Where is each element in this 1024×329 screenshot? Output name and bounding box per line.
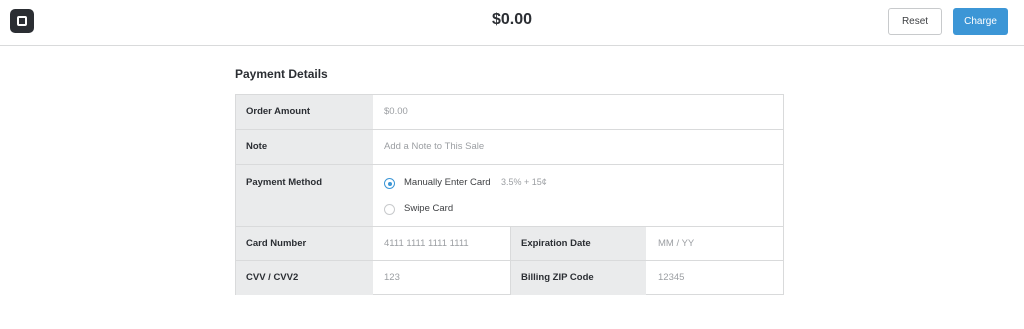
manual-entry-fee: 3.5% + 15¢	[501, 177, 547, 187]
note-label: Note	[236, 130, 373, 164]
total-amount: $0.00	[491, 11, 533, 28]
order-amount-label: Order Amount	[236, 95, 373, 129]
order-amount-input[interactable]: $0.00	[384, 95, 774, 129]
note-input[interactable]: Add a Note to This Sale	[384, 130, 774, 164]
expiration-input[interactable]: MM / YY	[658, 227, 778, 260]
swipe-card-label[interactable]: Swipe Card	[404, 203, 453, 214]
cvv-label: CVV / CVV2	[236, 261, 373, 295]
manual-entry-label[interactable]: Manually Enter Card	[404, 177, 491, 188]
top-bar: $0.00 Reset Charge	[0, 0, 1024, 46]
cvv-input[interactable]: 123	[384, 261, 504, 294]
swipe-card-radio[interactable]	[384, 204, 395, 215]
card-number-input[interactable]: 4111 1111 1111 1111	[384, 227, 504, 260]
reset-button[interactable]: Reset	[888, 8, 942, 35]
charge-button[interactable]: Charge	[953, 8, 1008, 35]
payment-method-label: Payment Method	[236, 165, 373, 226]
payment-method-row: Payment Method Manually Enter Card 3.5% …	[236, 165, 783, 227]
section-title: Payment Details	[235, 67, 328, 81]
payment-form: Order Amount $0.00 Note Add a Note to Th…	[235, 94, 784, 295]
zip-input[interactable]: 12345	[658, 261, 778, 294]
note-row: Note Add a Note to This Sale	[236, 130, 783, 165]
expiration-label: Expiration Date	[510, 227, 646, 260]
card-number-row: Card Number 4111 1111 1111 1111 Expirati…	[236, 227, 783, 261]
manual-entry-radio[interactable]	[384, 178, 395, 189]
zip-label: Billing ZIP Code	[510, 261, 646, 295]
order-amount-row: Order Amount $0.00	[236, 95, 783, 130]
card-number-label: Card Number	[236, 227, 373, 260]
cvv-row: CVV / CVV2 123 Billing ZIP Code 12345	[236, 261, 783, 295]
